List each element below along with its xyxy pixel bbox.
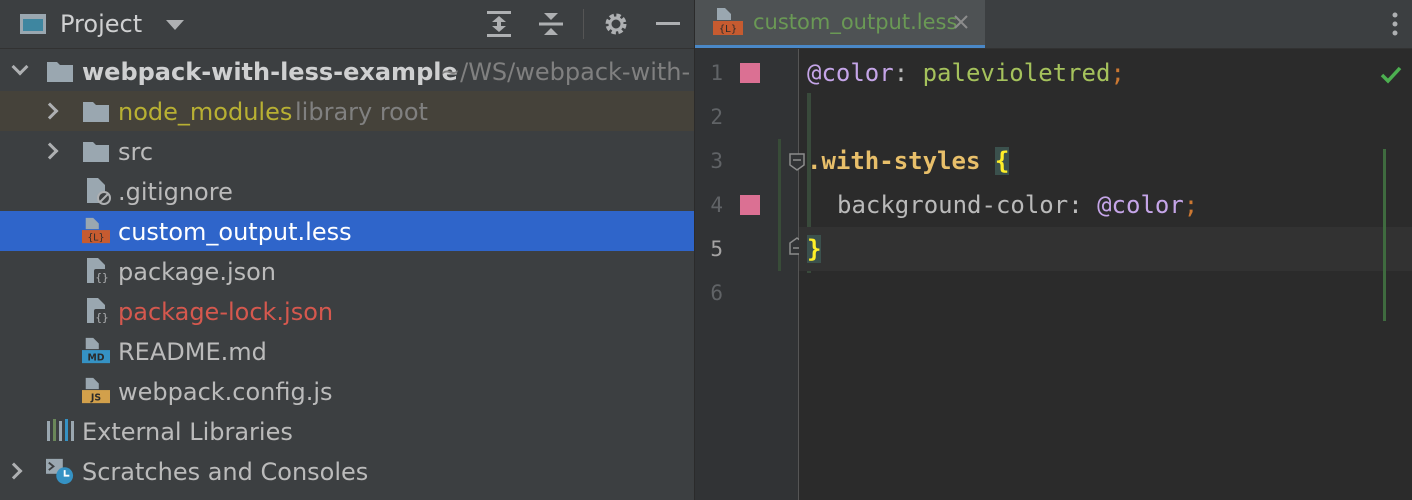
scratches-icon <box>46 458 74 485</box>
project-tree: webpack-with-less-example ~/WS/webpack-w… <box>0 51 694 491</box>
line-number: 2 <box>710 105 723 129</box>
code-line-current[interactable]: } <box>799 227 1412 271</box>
chevron-down-icon[interactable] <box>11 58 29 76</box>
checkmark-icon[interactable] <box>1380 65 1402 85</box>
error-stripe[interactable] <box>1383 149 1386 321</box>
code-line[interactable] <box>799 95 1412 139</box>
code-property: background-color <box>837 191 1069 219</box>
editor-area: {L} custom_output.less 1 2 3 4 5 6 @colo… <box>695 0 1412 500</box>
code-variable: @color <box>807 59 894 87</box>
chevron-right-icon[interactable] <box>41 142 59 160</box>
svg-text:{L}: {L} <box>719 24 737 35</box>
settings-button[interactable] <box>590 0 642 48</box>
tree-item-package-json[interactable]: {} package.json <box>0 251 694 291</box>
folder-icon <box>83 142 109 162</box>
editor-gutter[interactable]: 1 2 3 4 5 6 <box>695 49 805 500</box>
more-vertical-icon[interactable] <box>1392 12 1398 36</box>
gear-icon <box>605 13 627 35</box>
collapse-all-button[interactable] <box>525 0 577 48</box>
code-selector: .with-styles <box>807 147 981 175</box>
json-file-icon: {} <box>87 258 110 284</box>
hide-panel-button[interactable] <box>642 0 694 48</box>
tree-item-custom-output-less[interactable]: {L} custom_output.less <box>0 211 694 251</box>
less-file-icon: {L} <box>82 217 110 243</box>
root-folder-name: webpack-with-less-example <box>82 58 458 86</box>
tree-item-external-libraries[interactable]: External Libraries <box>0 411 694 451</box>
svg-text:JS: JS <box>90 392 101 403</box>
code-line[interactable]: .with-styles { <box>799 139 1412 183</box>
code-variable: @color <box>1097 191 1184 219</box>
folder-icon <box>83 102 109 122</box>
json-file-icon: {} <box>87 298 110 324</box>
line-number: 6 <box>710 281 723 305</box>
line-number: 4 <box>710 193 723 217</box>
tree-item-readme[interactable]: MD README.md <box>0 331 694 371</box>
line-number: 5 <box>710 237 723 261</box>
line-number: 1 <box>710 61 723 85</box>
editor-tab-bar: {L} custom_output.less <box>695 0 1412 49</box>
code-brace: { <box>994 147 1010 175</box>
project-tool-window: Project webpack-with-less-example ~/WS/w… <box>0 0 695 500</box>
project-panel-header: Project <box>0 0 694 49</box>
chevron-right-icon[interactable] <box>5 462 23 480</box>
collapse-all-icon <box>539 13 563 35</box>
scratches-label: Scratches and Consoles <box>82 458 369 486</box>
project-icon <box>20 14 46 34</box>
chevron-right-icon[interactable] <box>41 102 59 120</box>
code-semicolon: ; <box>1110 59 1125 87</box>
svg-text:{}: {} <box>95 271 108 284</box>
close-icon[interactable] <box>953 14 969 30</box>
tree-item-webpack-config[interactable]: JS webpack.config.js <box>0 371 694 411</box>
code-line[interactable]: @color: palevioletred; <box>799 51 1412 95</box>
package-lock-name: package-lock.json <box>118 298 334 326</box>
panel-toolbar <box>473 0 694 48</box>
color-swatch-icon[interactable] <box>740 63 760 83</box>
chevron-down-icon[interactable] <box>166 20 185 30</box>
code-colon: : <box>1068 191 1098 219</box>
editor-tab-custom-output-less[interactable]: {L} custom_output.less <box>695 0 985 48</box>
line-number: 3 <box>710 149 723 173</box>
package-json-name: package.json <box>118 258 277 286</box>
root-folder-path: ~/WS/webpack-with- <box>440 58 691 86</box>
code-line[interactable]: background-color: @color; <box>799 183 1412 227</box>
hide-icon <box>656 22 680 25</box>
toolbar-separator <box>583 9 584 39</box>
tree-item-node-modules[interactable]: node_modules library root <box>0 91 694 131</box>
code-colon: : <box>893 59 923 87</box>
folder-icon <box>47 62 73 82</box>
library-icon <box>47 419 74 441</box>
external-libraries-label: External Libraries <box>82 418 293 446</box>
panel-title: Project <box>60 10 143 38</box>
javascript-file-icon: JS <box>82 377 110 403</box>
svg-text:{L}: {L} <box>88 232 105 243</box>
svg-text:MD: MD <box>87 352 104 363</box>
code-brace: } <box>807 235 822 263</box>
library-root-hint: library root <box>295 98 428 126</box>
code-value: palevioletred <box>922 59 1111 87</box>
src-folder-name: src <box>118 138 154 166</box>
tree-item-src[interactable]: src <box>0 131 694 171</box>
tree-item-root[interactable]: webpack-with-less-example ~/WS/webpack-w… <box>0 51 694 91</box>
gitignore-name: .gitignore <box>118 178 233 206</box>
node-modules-name: node_modules <box>118 98 293 126</box>
project-view-selector[interactable]: Project <box>20 0 185 48</box>
svg-text:{}: {} <box>95 311 108 324</box>
tree-item-gitignore[interactable]: .gitignore <box>0 171 694 211</box>
tree-item-package-lock-json[interactable]: {} package-lock.json <box>0 291 694 331</box>
code-line[interactable] <box>799 271 1412 315</box>
readme-name: README.md <box>118 338 267 366</box>
custom-output-name: custom_output.less <box>118 218 352 246</box>
expand-all-button[interactable] <box>473 0 525 48</box>
tab-label: custom_output.less <box>753 10 958 34</box>
expand-all-icon <box>487 11 511 37</box>
ignore-file-icon <box>87 178 111 205</box>
code-semicolon: ; <box>1183 191 1199 219</box>
less-file-icon: {L} <box>713 8 743 35</box>
webpack-config-name: webpack.config.js <box>118 378 333 406</box>
markdown-file-icon: MD <box>82 337 110 363</box>
color-swatch-icon[interactable] <box>740 195 760 215</box>
tree-item-scratches[interactable]: Scratches and Consoles <box>0 451 694 491</box>
code-editor[interactable]: @color: palevioletred; .with-styles { ba… <box>799 49 1412 500</box>
vcs-change-marker[interactable] <box>778 139 781 271</box>
